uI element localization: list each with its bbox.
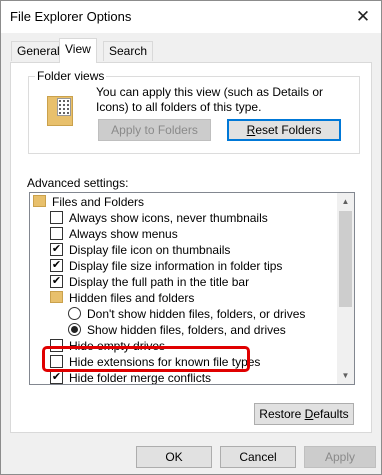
restore-defaults-label-b: efaults <box>313 407 349 421</box>
close-icon[interactable]: ✕ <box>349 4 377 30</box>
advanced-settings-label: Advanced settings: <box>27 176 129 190</box>
scroll-up-icon[interactable]: ▲ <box>337 193 354 210</box>
title-bar: File Explorer Options ✕ <box>1 1 381 33</box>
checkbox-checked[interactable]: ✔ <box>50 275 63 288</box>
file-explorer-options-dialog: File Explorer Options ✕ General View Sea… <box>0 0 382 475</box>
checkbox-checked[interactable]: ✔ <box>50 243 63 256</box>
highlight-annotation <box>42 346 250 372</box>
window-title: File Explorer Options <box>10 9 132 24</box>
apply-to-folders-button[interactable]: Apply to Folders <box>98 119 211 141</box>
cancel-button[interactable]: Cancel <box>220 446 296 468</box>
apply-button[interactable]: Apply <box>304 446 376 468</box>
checkbox-checked[interactable]: ✔ <box>50 371 63 384</box>
reset-folders-accel: R <box>246 123 256 137</box>
tab-view[interactable]: View <box>59 38 97 63</box>
tab-search[interactable]: Search <box>103 41 154 61</box>
scroll-thumb[interactable] <box>339 211 352 307</box>
folder-views-description: You can apply this view (such as Details… <box>96 85 324 114</box>
restore-defaults-label-a: Restore <box>259 407 305 421</box>
scroll-down-icon[interactable]: ▼ <box>337 367 354 384</box>
checkbox[interactable] <box>50 227 63 240</box>
reset-folders-label: eset Folders <box>255 123 322 137</box>
tab-general[interactable]: General <box>11 41 66 61</box>
reset-folders-button[interactable]: Reset Folders <box>227 119 341 141</box>
checkbox-checked[interactable]: ✔ <box>50 259 63 272</box>
checkbox[interactable] <box>50 211 63 224</box>
folder-icon <box>50 291 63 303</box>
restore-defaults-button[interactable]: Restore Defaults <box>254 403 354 425</box>
radio-button-selected[interactable] <box>68 323 81 336</box>
radio-button[interactable] <box>68 307 81 320</box>
folder-views-label: Folder views <box>35 69 107 83</box>
folder-views-icon <box>47 96 73 126</box>
folder-icon <box>33 195 46 207</box>
vertical-scrollbar[interactable]: ▲ ▼ <box>337 193 354 384</box>
ok-button[interactable]: OK <box>136 446 212 468</box>
